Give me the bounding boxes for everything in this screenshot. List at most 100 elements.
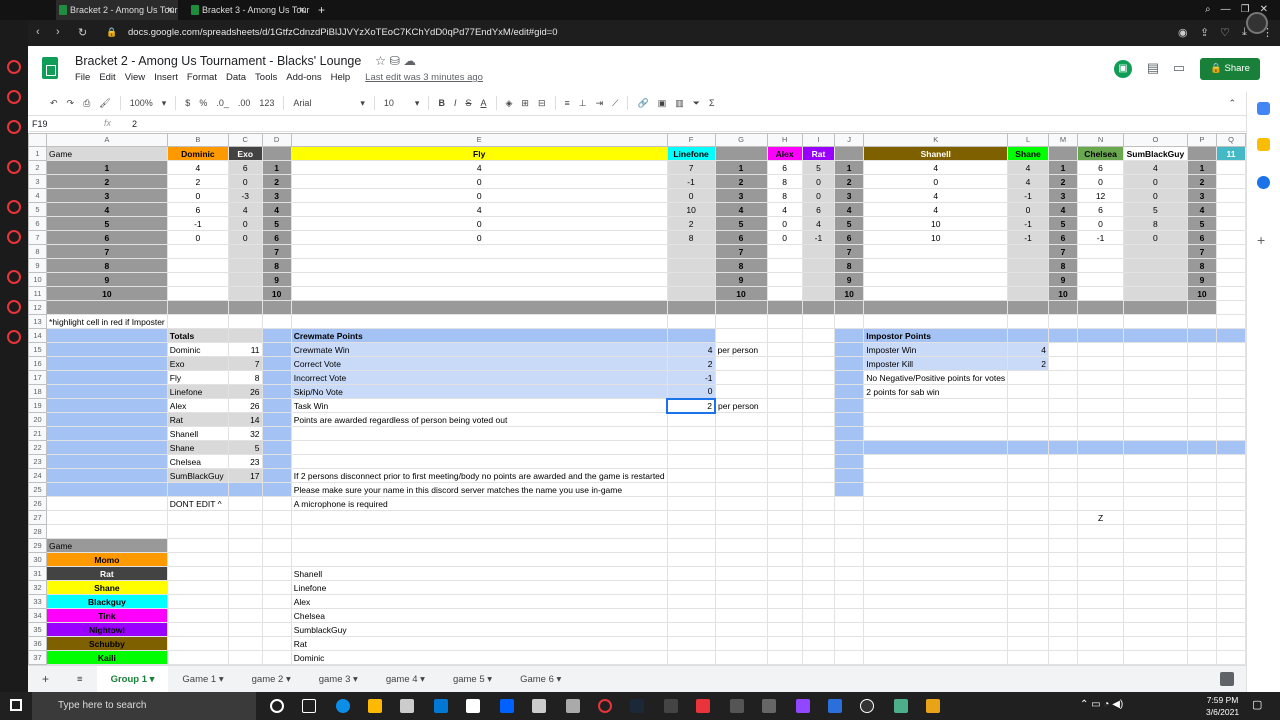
share-button[interactable]: 🔒 Share xyxy=(1200,58,1260,80)
cell[interactable] xyxy=(863,622,1009,637)
row-header[interactable]: 16 xyxy=(28,356,48,371)
cell[interactable] xyxy=(766,566,803,581)
cell[interactable] xyxy=(1047,552,1079,567)
cell[interactable] xyxy=(666,496,716,511)
cell[interactable] xyxy=(1077,342,1124,357)
cell[interactable] xyxy=(766,552,803,567)
cell[interactable] xyxy=(166,286,229,301)
cell[interactable] xyxy=(766,440,803,455)
cell[interactable] xyxy=(766,342,803,357)
cell[interactable] xyxy=(166,314,229,329)
row-header[interactable]: 9 xyxy=(28,258,48,273)
cell[interactable]: 3 xyxy=(714,188,768,203)
cell[interactable] xyxy=(1186,650,1218,665)
cell[interactable] xyxy=(714,510,768,525)
cell[interactable]: Shane xyxy=(166,440,229,455)
add-on-icon[interactable]: + xyxy=(1257,232,1265,248)
row-header[interactable]: 23 xyxy=(28,454,48,469)
cell[interactable] xyxy=(834,412,865,427)
cell[interactable]: Alex xyxy=(766,146,803,161)
cell[interactable] xyxy=(261,370,292,385)
cell[interactable]: 8 xyxy=(834,258,865,273)
column-header[interactable]: P xyxy=(1186,133,1218,147)
cell[interactable] xyxy=(1122,440,1188,455)
cell[interactable] xyxy=(1216,482,1246,497)
cell[interactable] xyxy=(714,650,768,665)
cell[interactable]: 5 xyxy=(801,160,836,175)
cell[interactable] xyxy=(1216,650,1246,665)
row-header[interactable]: 33 xyxy=(28,594,48,609)
cell[interactable]: 10 xyxy=(834,286,865,301)
row-header[interactable]: 18 xyxy=(28,384,48,399)
cell[interactable]: Rat xyxy=(46,566,168,581)
cell[interactable] xyxy=(1077,650,1124,665)
cell[interactable] xyxy=(834,314,865,329)
cell[interactable] xyxy=(766,398,803,413)
cell[interactable]: 2 xyxy=(46,174,168,189)
cell[interactable] xyxy=(1186,300,1218,315)
cell[interactable] xyxy=(261,524,292,539)
cell[interactable]: 0 xyxy=(1122,188,1188,203)
zoom-select[interactable]: 100% xyxy=(130,98,153,108)
cell[interactable] xyxy=(1186,342,1218,357)
cell[interactable] xyxy=(766,510,803,525)
amazon-icon[interactable] xyxy=(466,699,480,713)
menu-edit[interactable]: Edit xyxy=(99,72,115,83)
cell[interactable] xyxy=(46,300,168,315)
cell[interactable]: No Negative/Positive points for votes xyxy=(863,370,1009,385)
cell[interactable] xyxy=(1122,398,1188,413)
cell[interactable]: 5 xyxy=(46,216,168,231)
cell[interactable] xyxy=(46,384,168,399)
cell[interactable]: 5 xyxy=(261,216,292,231)
cell[interactable] xyxy=(1186,580,1218,595)
row-header[interactable]: 11 xyxy=(28,286,48,301)
cell[interactable]: 1 xyxy=(714,160,768,175)
cell[interactable] xyxy=(1216,398,1246,413)
cell[interactable]: Fly xyxy=(166,370,229,385)
cell[interactable] xyxy=(1122,412,1188,427)
row-header[interactable]: 10 xyxy=(28,272,48,287)
cell[interactable] xyxy=(1047,566,1079,581)
cell[interactable]: 6 xyxy=(834,230,865,245)
cell[interactable]: 4 xyxy=(801,216,836,231)
cell[interactable] xyxy=(801,650,836,665)
cell[interactable] xyxy=(261,398,292,413)
cell[interactable]: 14 xyxy=(227,412,263,427)
cell[interactable] xyxy=(1122,608,1188,623)
cell[interactable] xyxy=(166,510,229,525)
cell[interactable] xyxy=(227,538,263,553)
cell[interactable]: 4 xyxy=(166,160,229,175)
menu-insert[interactable]: Insert xyxy=(154,72,178,83)
sheet-tab[interactable]: Game 1 ▾ xyxy=(168,666,237,693)
filter-icon[interactable]: ⏷ xyxy=(693,98,700,109)
cell[interactable] xyxy=(261,594,292,609)
cell[interactable]: Chelsea xyxy=(166,454,229,469)
cell[interactable] xyxy=(1122,622,1188,637)
cell[interactable] xyxy=(290,258,668,273)
cell[interactable]: 2 xyxy=(166,174,229,189)
cell[interactable] xyxy=(46,482,168,497)
chevron-down-icon[interactable]: ▾ xyxy=(360,98,365,109)
cell[interactable]: 8 xyxy=(261,258,292,273)
cell[interactable] xyxy=(1122,356,1188,371)
cell[interactable] xyxy=(1122,258,1188,273)
cell[interactable]: 6 xyxy=(1077,202,1124,217)
row-header[interactable]: 24 xyxy=(28,468,48,483)
cell[interactable] xyxy=(1047,496,1079,511)
cell[interactable]: Crewmate Win xyxy=(290,342,668,357)
cell[interactable] xyxy=(290,286,668,301)
cell[interactable] xyxy=(1007,482,1049,497)
cell[interactable] xyxy=(1186,510,1218,525)
cell[interactable]: Schubby xyxy=(46,636,168,651)
cell[interactable]: 7 xyxy=(714,244,768,259)
cell[interactable] xyxy=(166,300,229,315)
cell[interactable]: Skip/No Vote xyxy=(290,384,668,399)
cell[interactable] xyxy=(834,370,865,385)
cell[interactable]: SumblackGuy xyxy=(290,622,668,637)
cell[interactable] xyxy=(766,328,803,343)
cell[interactable]: Shanell xyxy=(290,566,668,581)
cell[interactable]: Fly xyxy=(290,146,668,161)
edge-icon[interactable] xyxy=(336,699,350,713)
cell[interactable] xyxy=(666,328,716,343)
font-select[interactable]: Arial xyxy=(293,98,351,108)
